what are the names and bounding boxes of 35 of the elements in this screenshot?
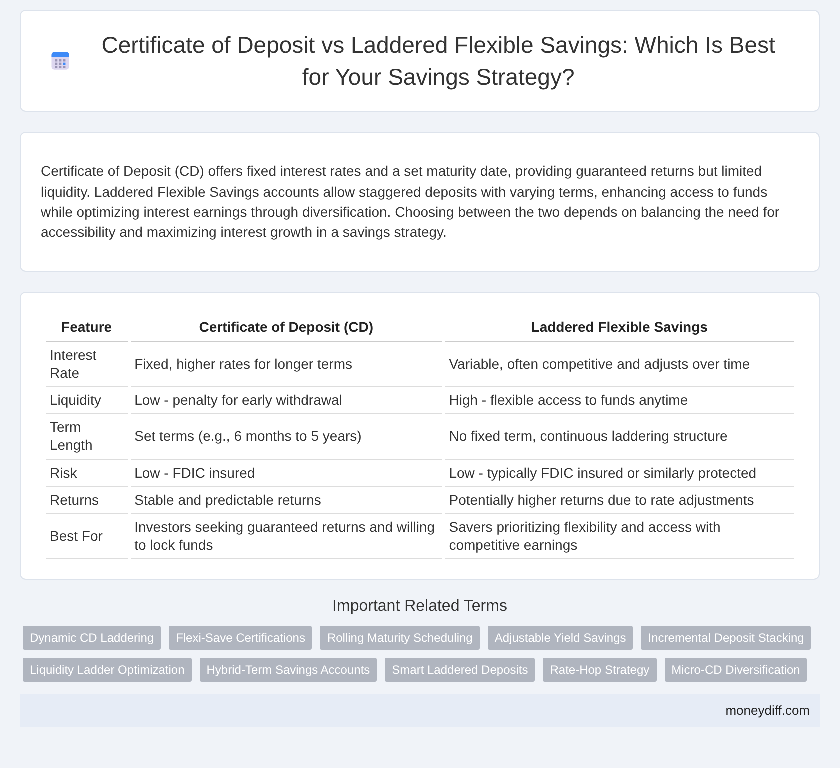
column-header: Feature <box>46 312 128 342</box>
table-cell: Potentially higher returns due to rate adjustments <box>445 486 794 514</box>
term-tag[interactable]: Smart Laddered Deposits <box>385 658 536 682</box>
term-tag[interactable]: Dynamic CD Laddering <box>23 626 162 650</box>
table-cell: Savers prioritizing flexibility and access with competitive earnings <box>445 514 794 560</box>
table-cell: Set terms (e.g., 6 months to 5 years) <box>130 414 442 460</box>
section-heading: Important Related Terms <box>332 598 508 616</box>
column-header: Laddered Flexible Savings <box>445 312 794 342</box>
page-title: Certificate of Deposit vs Laddered Flexible Savings: Which Is Best for Your Savings Strategy? <box>100 31 776 92</box>
table-cell: Returns <box>46 486 128 514</box>
term-tag[interactable]: Liquidity Ladder Optimization <box>23 658 192 682</box>
table-cell: Variable, often competitive and adjusts over time <box>445 342 794 387</box>
table-cell: No fixed term, continuous laddering structure <box>445 414 794 460</box>
table-cell: Best For <box>46 514 128 560</box>
table-cell: Investors seeking guaranteed returns and willing to lock funds <box>130 514 442 560</box>
column-header: Certificate of Deposit (CD) <box>130 312 442 342</box>
table-cell: Term Length <box>46 414 128 460</box>
term-tag[interactable]: Rolling Maturity Scheduling <box>320 626 480 650</box>
site-name: moneydiff.com <box>726 703 810 718</box>
table-cell: Low - FDIC insured <box>130 460 442 487</box>
term-tag[interactable]: Micro-CD Diversification <box>664 658 808 682</box>
table-cell: Liquidity <box>46 386 128 414</box>
table-cell: Low - typically FDIC insured or similarly protected <box>445 460 794 487</box>
table-cell: Interest Rate <box>46 342 128 387</box>
term-tag[interactable]: Adjustable Yield Savings <box>488 626 634 650</box>
term-tag[interactable]: Rate-Hop Strategy <box>543 658 657 682</box>
table-cell: Risk <box>46 460 128 487</box>
term-tag[interactable]: Flexi-Save Certifications <box>169 626 312 650</box>
table-cell: Low - penalty for early withdrawal <box>130 386 442 414</box>
term-tag[interactable]: Hybrid-Term Savings Accounts <box>200 658 378 682</box>
table-cell: High - flexible access to funds anytime <box>445 386 794 414</box>
table-cell: Stable and predictable returns <box>130 486 442 514</box>
term-tag[interactable]: Incremental Deposit Stacking <box>641 626 812 650</box>
intro-paragraph: Certificate of Deposit (CD) offers fixed interest rates and a set maturity date, providing guaranteed returns but limited liquidity. Laddered Flexible Savings accounts allow staggered deposits with varying terms, enhancing access to funds while optimizing interest earnings through diversification. Choosing between the two depends on balancing the need for accessibility and maximizing interest growth in a savings strategy. <box>40 162 781 242</box>
table-cell: Fixed, higher rates for longer terms <box>130 342 442 387</box>
